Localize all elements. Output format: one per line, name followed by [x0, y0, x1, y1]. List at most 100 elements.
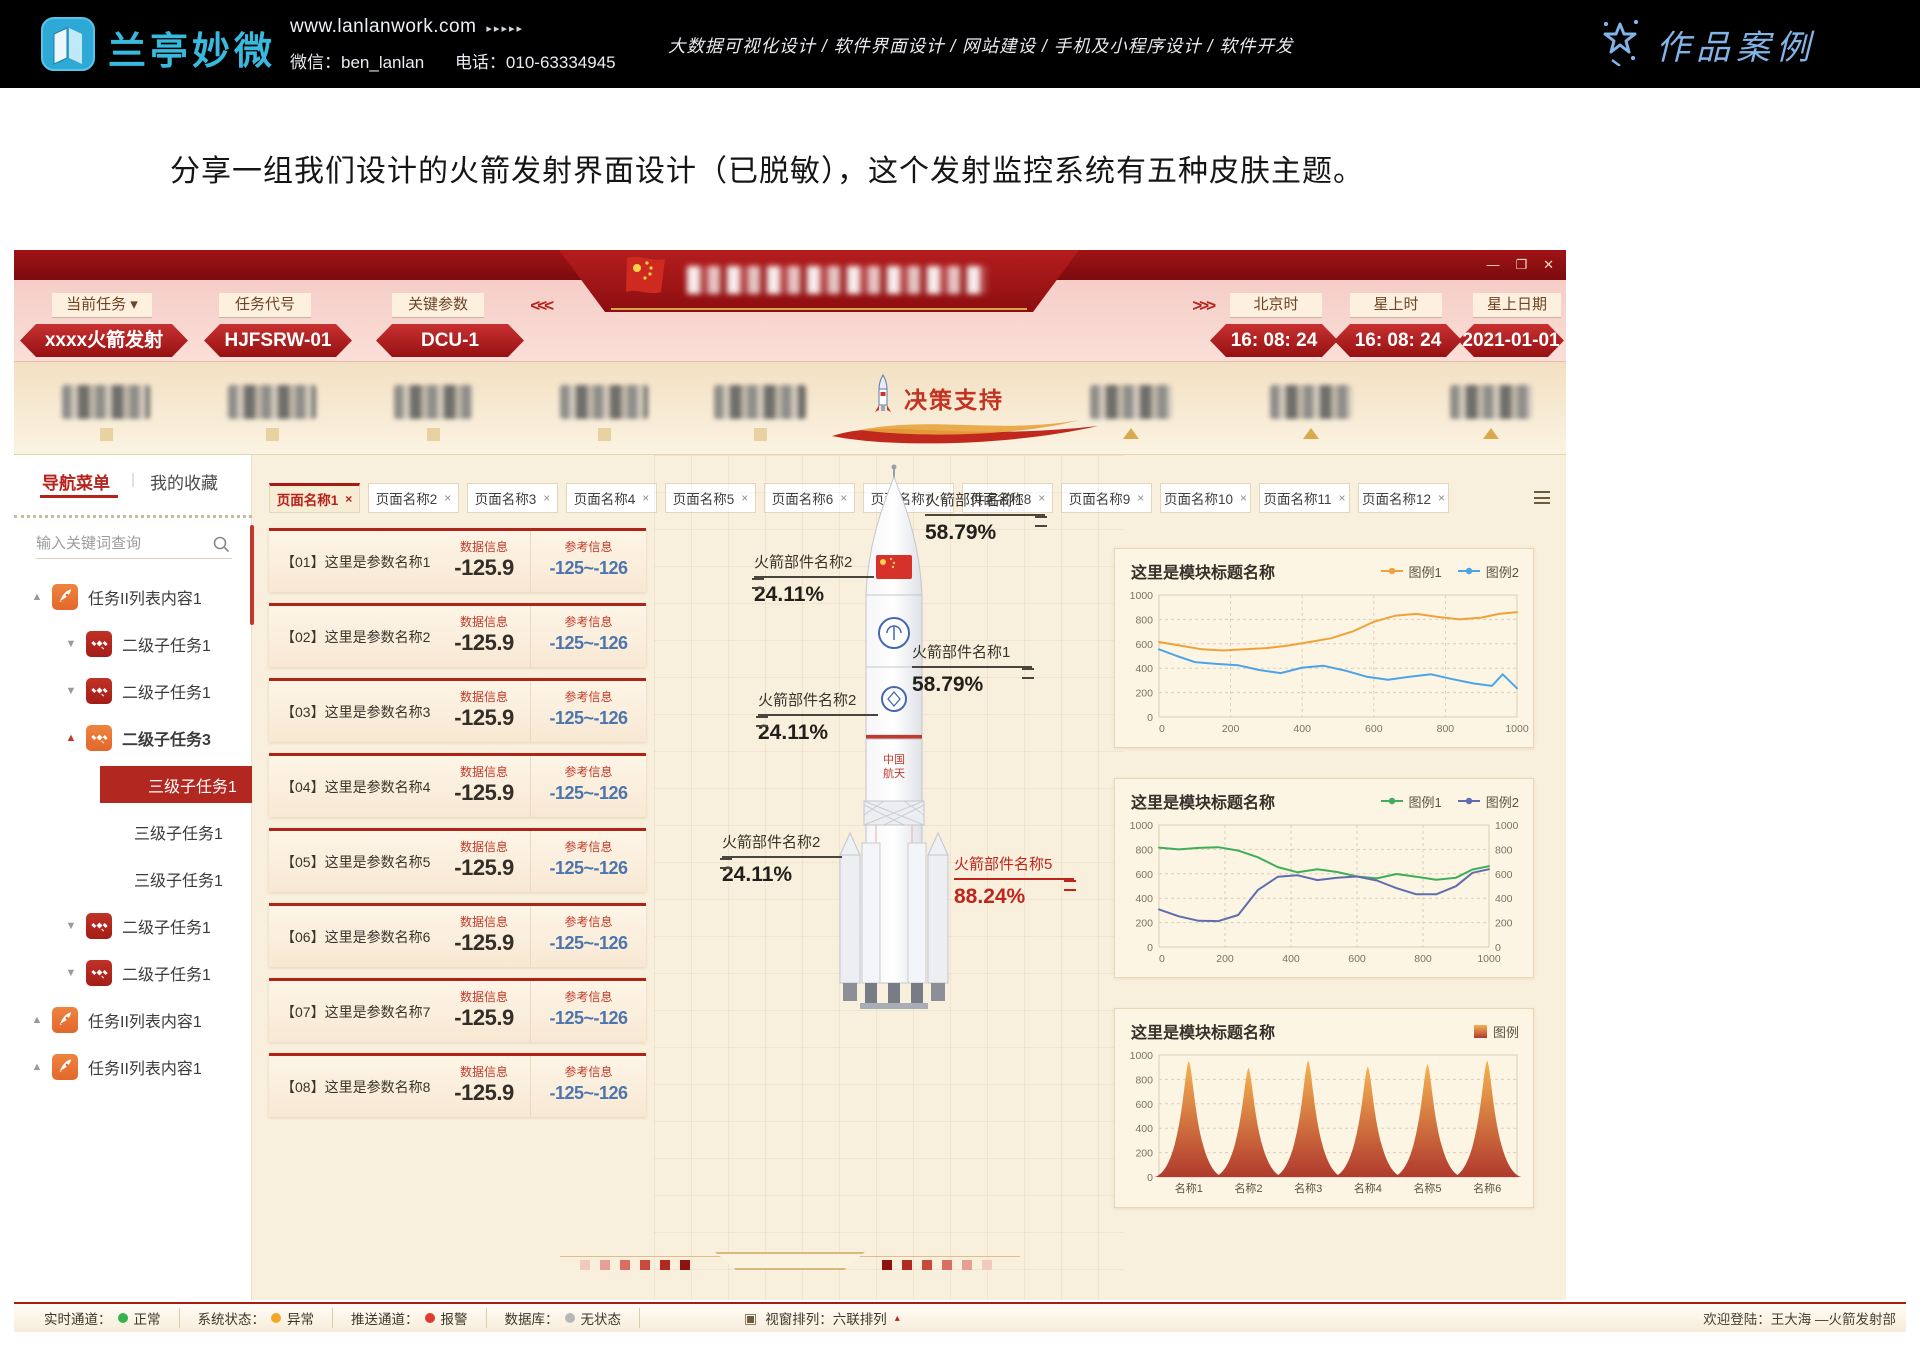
flag-icon	[621, 254, 673, 309]
tree-item[interactable]: 三级子任务1	[14, 855, 252, 902]
tree-item[interactable]: ▲ 任务II列表内容1	[14, 573, 252, 620]
svg-text:名称1: 名称1	[1175, 1181, 1203, 1195]
page-tab[interactable]: 页面名称10×	[1160, 483, 1251, 513]
tree-item[interactable]: ▼二级子任务1	[14, 667, 252, 714]
tab-close-icon[interactable]: ×	[1438, 491, 1445, 505]
chevrons-left-icon: <<<	[530, 296, 551, 316]
chart-module: 这里是模块标题名称图例02004006008001000名称1名称2名称3名称4…	[1114, 1008, 1534, 1208]
tree-item[interactable]: ▼二级子任务1	[14, 902, 252, 949]
chart-legend: 图例	[1474, 1022, 1519, 1041]
svg-text:1000: 1000	[1130, 820, 1154, 832]
chevron-down-icon[interactable]: ▼	[64, 920, 78, 932]
status-label: 系统状态：	[198, 1308, 266, 1328]
parameter-name: 【02】这里是参数名称2	[269, 606, 438, 667]
chevron-up-icon[interactable]: ▲	[30, 1061, 44, 1073]
tab-close-icon[interactable]: ×	[1240, 491, 1247, 505]
field-label-chip[interactable]: 当前任务 ▾	[52, 293, 152, 318]
search-icon[interactable]	[212, 535, 230, 558]
menu-item-redacted[interactable]	[714, 385, 806, 419]
svg-text:600: 600	[1365, 723, 1383, 735]
page-tab[interactable]: 页面名称12×	[1358, 483, 1449, 513]
tree-item-label: 任务II列表内容1	[88, 585, 202, 609]
portfolio-link[interactable]: 作品案例	[1598, 18, 1816, 71]
chevron-down-icon[interactable]: ▼	[64, 685, 78, 697]
tab-close-icon[interactable]: ×	[444, 491, 451, 505]
page-tab[interactable]: 页面名称1×	[269, 483, 360, 513]
svg-text:800: 800	[1414, 953, 1432, 965]
page-tab[interactable]: 页面名称11×	[1259, 483, 1350, 513]
parameter-card: 【06】这里是参数名称6数据信息-125.9参考信息-125~-126	[269, 903, 646, 967]
chevrons-right-icon: >>>	[1192, 296, 1213, 316]
callout-label: 火箭部件名称2	[758, 689, 878, 716]
tree-item[interactable]: ▼二级子任务1	[14, 949, 252, 996]
tab-list-icon[interactable]	[1534, 491, 1550, 504]
field-value-badge: DCU-1	[376, 324, 524, 357]
tab-close-icon[interactable]: ×	[1137, 491, 1144, 505]
legend-label: 图例1	[1409, 792, 1442, 811]
restore-button[interactable]: ❐	[1515, 256, 1527, 273]
site-url[interactable]: www.lanlanwork.com▸▸▸▸▸	[290, 16, 642, 38]
menu-item-redacted[interactable]	[228, 385, 316, 419]
close-button[interactable]: ✕	[1543, 256, 1554, 273]
parameter-data-col: 数据信息-125.9	[438, 906, 530, 967]
chevron-up-icon[interactable]: ▲	[30, 591, 44, 603]
tree-item[interactable]: 三级子任务1	[14, 808, 252, 855]
intro-text: 分享一组我们设计的火箭发射界面设计（已脱敏），这个发射监控系统有五种皮肤主题。	[170, 146, 1364, 190]
chevron-up-icon[interactable]: ▲	[30, 1014, 44, 1026]
search-input[interactable]	[36, 529, 232, 559]
sidebar-tab-favorites[interactable]: 我的收藏	[150, 469, 218, 494]
charts-column: 这里是模块标题名称图例1图例20200400600800100002004006…	[1114, 548, 1534, 1238]
brand-name: 兰亭妙微	[108, 20, 276, 75]
tree-item[interactable]: ▲ 任务II列表内容1	[14, 996, 252, 1043]
window-layout-dropdown[interactable]: ▣ 视窗排列：六联排列 ▴	[744, 1308, 900, 1328]
svg-text:400: 400	[1495, 893, 1513, 905]
main-menu-bar: 决策支持	[14, 362, 1566, 455]
field-value-badge: HJFSRW-01	[204, 324, 352, 357]
page-tab[interactable]: 页面名称2×	[368, 483, 459, 513]
parameter-name: 【03】这里是参数名称3	[269, 681, 438, 742]
tab-close-icon[interactable]: ×	[1339, 491, 1346, 505]
parameter-card: 【08】这里是参数名称8数据信息-125.9参考信息-125~-126	[269, 1053, 646, 1117]
field-value-badge: 16: 08: 24	[1334, 324, 1462, 357]
ref-info-value: -125~-126	[531, 783, 646, 804]
deco-square	[680, 1260, 690, 1270]
monitor-icon: ▣	[744, 1310, 757, 1327]
status-label: 实时通道：	[44, 1308, 112, 1328]
tree-item[interactable]: ▲二级子任务3	[14, 714, 252, 761]
minimize-button[interactable]: —	[1486, 256, 1499, 273]
chart-header: 这里是模块标题名称图例1图例2	[1115, 779, 1533, 815]
tab-close-icon[interactable]: ×	[642, 491, 649, 505]
svg-text:600: 600	[1348, 953, 1366, 965]
deco-square	[600, 1260, 610, 1270]
tree-item[interactable]: ▼二级子任务1	[14, 620, 252, 667]
chart-title: 这里是模块标题名称	[1131, 789, 1381, 813]
parameter-ref-col: 参考信息-125~-126	[530, 1056, 646, 1117]
services-nav[interactable]: 大数据可视化设计 / 软件界面设计 / 网站建设 / 手机及小程序设计 / 软件…	[668, 33, 1308, 58]
page-tab[interactable]: 页面名称3×	[467, 483, 558, 513]
svg-text:中国: 中国	[883, 753, 905, 766]
tab-close-icon[interactable]: ×	[345, 492, 352, 506]
menu-item-redacted[interactable]	[1270, 385, 1352, 419]
tree-item-label: 任务II列表内容1	[88, 1008, 202, 1032]
deco-square	[620, 1260, 630, 1270]
page-tab[interactable]: 页面名称4 ×	[566, 483, 657, 513]
menu-item-redacted[interactable]	[560, 385, 648, 419]
page-tab-label: 页面名称4	[574, 488, 636, 508]
sidebar-scrollbar[interactable]	[250, 525, 254, 625]
menu-item-redacted[interactable]	[1090, 385, 1172, 419]
sidebar-tab-nav-menu[interactable]: 导航菜单	[42, 469, 110, 494]
ribbon-swoosh-decoration	[830, 412, 1100, 455]
chevron-up-icon[interactable]: ▲	[64, 732, 78, 744]
menu-item-redacted[interactable]	[1450, 385, 1532, 419]
menu-item-redacted[interactable]	[62, 385, 150, 419]
deco-square	[580, 1260, 590, 1270]
tree-item[interactable]: 三级子任务1	[14, 761, 252, 808]
chevron-down-icon[interactable]: ▼	[64, 638, 78, 650]
chevron-down-icon[interactable]: ▼	[64, 967, 78, 979]
ref-info-label: 参考信息	[531, 838, 646, 855]
status-label: 数据库：	[505, 1308, 559, 1328]
svg-text:0: 0	[1147, 712, 1153, 724]
menu-item-redacted[interactable]	[394, 385, 472, 419]
tab-close-icon[interactable]: ×	[543, 491, 550, 505]
tree-item[interactable]: ▲任务II列表内容1	[14, 1043, 252, 1090]
